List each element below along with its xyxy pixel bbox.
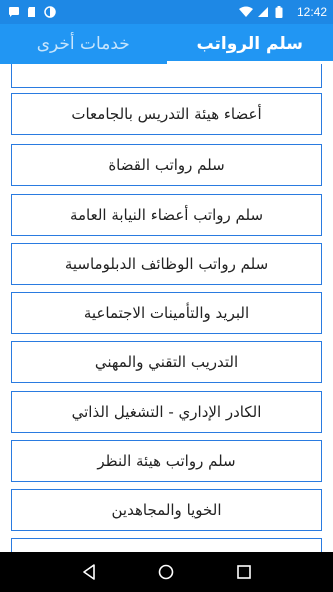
recents-icon[interactable] bbox=[232, 560, 256, 584]
status-bar: 12:42 bbox=[0, 0, 333, 24]
list-item[interactable]: سلم رواتب أعضاء النيابة العامة bbox=[11, 194, 322, 236]
list-item[interactable]: سلم رواتب القضاة bbox=[11, 144, 322, 186]
list-item[interactable]: البريد والتأمينات الاجتماعية bbox=[11, 292, 322, 334]
signal-icon bbox=[257, 6, 269, 18]
back-icon[interactable] bbox=[77, 560, 101, 584]
sd-card-icon bbox=[26, 6, 38, 18]
tab-other-services[interactable]: خدمات أخرى bbox=[0, 24, 167, 64]
wifi-icon bbox=[238, 6, 253, 18]
home-icon[interactable] bbox=[154, 560, 178, 584]
status-time: 12:42 bbox=[296, 5, 327, 19]
sms-icon bbox=[8, 6, 20, 18]
list-item[interactable]: التدريب التقني والمهني bbox=[11, 341, 322, 383]
list-item[interactable] bbox=[11, 64, 322, 88]
tab-bar: خدمات أخرى سلم الرواتب bbox=[0, 24, 333, 64]
list-item[interactable]: الخويا والمجاهدين bbox=[11, 489, 322, 531]
status-left bbox=[8, 6, 56, 18]
status-circle-icon bbox=[44, 6, 56, 18]
list-item[interactable]: سلم رواتب هيئة النظر bbox=[11, 440, 322, 482]
list-item[interactable]: أعضاء هيئة التدريس بالجامعات bbox=[11, 93, 322, 135]
battery-icon bbox=[275, 6, 287, 18]
list-item[interactable] bbox=[11, 538, 322, 552]
status-right: 12:42 bbox=[238, 5, 327, 19]
tab-salary-scale[interactable]: سلم الرواتب bbox=[166, 24, 333, 64]
list-item[interactable]: سلم رواتب الوظائف الدبلوماسية bbox=[11, 243, 322, 285]
salary-scale-list[interactable]: أعضاء هيئة التدريس بالجامعات سلم رواتب ا… bbox=[0, 64, 333, 552]
list-item[interactable]: الكادر الإداري - التشغيل الذاتي bbox=[11, 391, 322, 433]
navigation-bar bbox=[0, 552, 333, 592]
